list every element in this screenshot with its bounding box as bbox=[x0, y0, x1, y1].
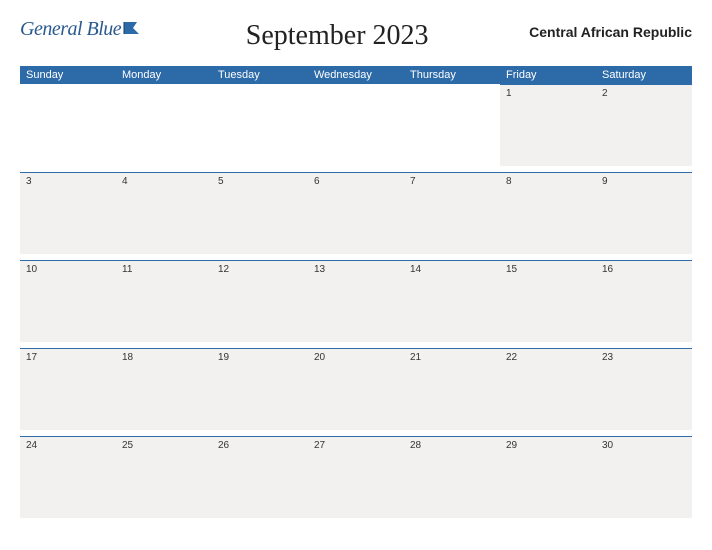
day-cell: 12 bbox=[212, 260, 308, 342]
day-number: 27 bbox=[308, 437, 404, 454]
day-number: 8 bbox=[500, 173, 596, 190]
day-cell: 24 bbox=[20, 436, 116, 518]
week-row: 17 18 19 20 21 22 23 bbox=[20, 348, 692, 436]
day-cell: 4 bbox=[116, 172, 212, 254]
day-number: 6 bbox=[308, 173, 404, 190]
day-number: 30 bbox=[596, 437, 692, 454]
day-header: Monday bbox=[116, 66, 212, 84]
day-cell: 5 bbox=[212, 172, 308, 254]
day-cell-empty bbox=[20, 84, 116, 166]
day-cell: 23 bbox=[596, 348, 692, 430]
day-header: Wednesday bbox=[308, 66, 404, 84]
day-cell: 2 bbox=[596, 84, 692, 166]
day-cell: 16 bbox=[596, 260, 692, 342]
day-cell: 13 bbox=[308, 260, 404, 342]
day-cell: 1 bbox=[500, 84, 596, 166]
day-cell: 9 bbox=[596, 172, 692, 254]
week-row: 24 25 26 27 28 29 30 bbox=[20, 436, 692, 524]
day-cell: 18 bbox=[116, 348, 212, 430]
logo: General Blue bbox=[20, 18, 145, 43]
page-title: September 2023 bbox=[145, 20, 529, 52]
day-number: 5 bbox=[212, 173, 308, 190]
day-cell-empty bbox=[212, 84, 308, 166]
day-number: 28 bbox=[404, 437, 500, 454]
day-number: 21 bbox=[404, 349, 500, 366]
day-number: 15 bbox=[500, 261, 596, 278]
day-cell: 25 bbox=[116, 436, 212, 518]
day-number: 1 bbox=[500, 85, 596, 102]
day-cell: 6 bbox=[308, 172, 404, 254]
day-number: 23 bbox=[596, 349, 692, 366]
day-cell: 27 bbox=[308, 436, 404, 518]
day-cell: 26 bbox=[212, 436, 308, 518]
day-cell: 7 bbox=[404, 172, 500, 254]
day-cell: 10 bbox=[20, 260, 116, 342]
logo-text: General Blue bbox=[20, 18, 121, 41]
day-cell: 22 bbox=[500, 348, 596, 430]
day-number: 25 bbox=[116, 437, 212, 454]
day-cell-empty bbox=[308, 84, 404, 166]
day-cell: 20 bbox=[308, 348, 404, 430]
day-number: 13 bbox=[308, 261, 404, 278]
day-number: 9 bbox=[596, 173, 692, 190]
day-number: 12 bbox=[212, 261, 308, 278]
day-number: 10 bbox=[20, 261, 116, 278]
day-header: Friday bbox=[500, 66, 596, 84]
day-number: 24 bbox=[20, 437, 116, 454]
day-cell-empty bbox=[116, 84, 212, 166]
day-number: 3 bbox=[20, 173, 116, 190]
day-cell: 11 bbox=[116, 260, 212, 342]
week-row: 3 4 5 6 7 8 9 bbox=[20, 172, 692, 260]
day-headers-row: Sunday Monday Tuesday Wednesday Thursday… bbox=[20, 66, 692, 84]
day-number: 20 bbox=[308, 349, 404, 366]
day-cell: 30 bbox=[596, 436, 692, 518]
day-number: 26 bbox=[212, 437, 308, 454]
day-header: Thursday bbox=[404, 66, 500, 84]
day-cell: 29 bbox=[500, 436, 596, 518]
day-number: 7 bbox=[404, 173, 500, 190]
calendar: Sunday Monday Tuesday Wednesday Thursday… bbox=[20, 66, 692, 524]
day-cell: 17 bbox=[20, 348, 116, 430]
day-cell-empty bbox=[404, 84, 500, 166]
day-header: Sunday bbox=[20, 66, 116, 84]
day-cell: 19 bbox=[212, 348, 308, 430]
day-header: Saturday bbox=[596, 66, 692, 84]
week-row: 10 11 12 13 14 15 16 bbox=[20, 260, 692, 348]
day-number: 16 bbox=[596, 261, 692, 278]
region-label: Central African Republic bbox=[529, 24, 692, 40]
header: General Blue September 2023 Central Afri… bbox=[20, 18, 692, 52]
day-cell: 14 bbox=[404, 260, 500, 342]
day-number: 11 bbox=[116, 261, 212, 278]
day-number: 17 bbox=[20, 349, 116, 366]
logo-flag-icon bbox=[123, 20, 145, 43]
day-number: 19 bbox=[212, 349, 308, 366]
day-number: 22 bbox=[500, 349, 596, 366]
day-number: 14 bbox=[404, 261, 500, 278]
day-cell: 28 bbox=[404, 436, 500, 518]
day-cell: 21 bbox=[404, 348, 500, 430]
day-number: 4 bbox=[116, 173, 212, 190]
day-number: 18 bbox=[116, 349, 212, 366]
day-cell: 15 bbox=[500, 260, 596, 342]
day-cell: 3 bbox=[20, 172, 116, 254]
day-number: 29 bbox=[500, 437, 596, 454]
day-number: 2 bbox=[596, 85, 692, 102]
day-header: Tuesday bbox=[212, 66, 308, 84]
week-row: 1 2 bbox=[20, 84, 692, 172]
day-cell: 8 bbox=[500, 172, 596, 254]
